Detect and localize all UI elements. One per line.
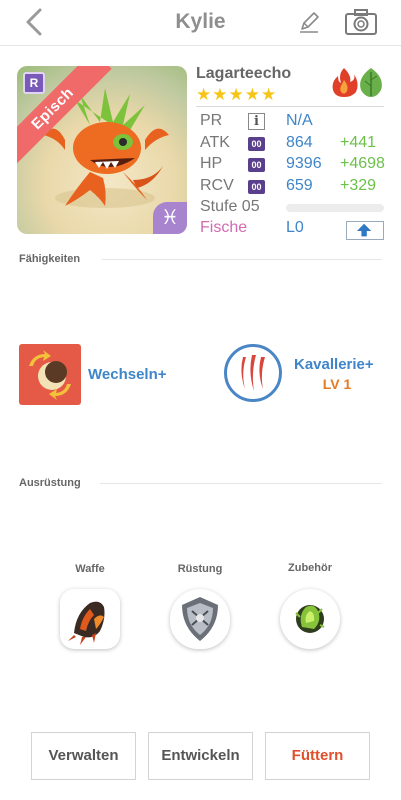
- level-progress-bar: [286, 204, 384, 212]
- leaf-icon: [360, 68, 382, 97]
- equip-label-armor: Rüstung: [177, 563, 223, 575]
- section-divider: [102, 259, 382, 260]
- monster-portrait[interactable]: R Episch ♓: [17, 66, 187, 234]
- star-rating: ★★★★★: [196, 85, 278, 104]
- equip-slot-accessory[interactable]: [280, 589, 340, 649]
- name-divider: [196, 106, 384, 107]
- swap-skill-icon[interactable]: [19, 344, 81, 405]
- stat-value-hp: 9396: [286, 155, 322, 172]
- feed-button[interactable]: Füttern: [265, 732, 370, 780]
- skill-name-cavalry: Kavallerie+: [294, 356, 374, 373]
- stat-value-atk: 864: [286, 134, 313, 151]
- stat-bonus-rcv: +329: [340, 177, 377, 194]
- fish-level-value: L0: [286, 219, 304, 236]
- stat-row-pr: PR i N/A: [200, 112, 390, 134]
- stat-label-pr: PR: [200, 112, 223, 129]
- equip-label-accessory: Zubehör: [288, 562, 332, 574]
- header-bar: Kylie: [0, 0, 401, 46]
- camera-icon[interactable]: [344, 8, 378, 36]
- stat-row-rcv: RCV 00 659 +329: [200, 177, 390, 199]
- stat-label-rcv: RCV: [200, 177, 234, 194]
- pencil-icon[interactable]: [296, 9, 322, 35]
- stat-value-pr: N/A: [286, 112, 313, 129]
- stat-row-level: Stufe 05: [200, 198, 390, 220]
- equip-slot-weapon[interactable]: [60, 589, 120, 649]
- stat-value-rcv: 659: [286, 177, 313, 194]
- stat-label-atk: ATK: [200, 134, 230, 151]
- stat-bonus-atk: +441: [340, 134, 377, 151]
- claw-weapon-icon: [68, 601, 105, 645]
- fire-icon: [332, 68, 358, 97]
- stat-row-hp: HP 00 9396 +4698: [200, 155, 390, 177]
- armor-shield-icon: [182, 597, 218, 641]
- stat-badge-icon: 00: [248, 137, 265, 151]
- swap-arrows-icon: [29, 350, 71, 400]
- monster-name: Lagarteecho: [196, 65, 292, 82]
- claw-skill-icon[interactable]: [224, 344, 282, 402]
- arrow-up-icon: [356, 223, 372, 237]
- skill-name-swap: Wechseln+: [88, 366, 167, 383]
- stat-row-atk: ATK 00 864 +441: [200, 134, 390, 156]
- equip-label-weapon: Waffe: [75, 563, 105, 575]
- stat-row-fish: Fische L0: [200, 219, 390, 241]
- section-divider: [100, 483, 382, 484]
- evolve-button[interactable]: Entwickeln: [148, 732, 253, 780]
- skills-section-title: Fähigkeiten: [19, 253, 81, 265]
- manage-button[interactable]: Verwalten: [31, 732, 136, 780]
- equip-slot-armor[interactable]: [170, 589, 230, 649]
- equipment-section-title: Ausrüstung: [19, 477, 81, 489]
- info-icon[interactable]: i: [248, 113, 265, 130]
- stat-label-hp: HP: [200, 155, 223, 172]
- upgrade-button[interactable]: [346, 221, 384, 240]
- claw-marks-icon: [241, 355, 265, 391]
- accessory-orb-icon: [295, 605, 325, 633]
- page-title: Kylie: [175, 10, 226, 33]
- pisces-zodiac-icon: ♓: [153, 202, 187, 234]
- rarity-badge-icon: R: [23, 72, 45, 94]
- skill-level-cavalry: LV 1: [322, 376, 352, 392]
- fish-label: Fische: [200, 219, 248, 236]
- stat-bonus-hp: +4698: [340, 155, 385, 172]
- stat-badge-icon: 00: [248, 180, 265, 194]
- stat-badge-icon: 00: [248, 158, 265, 172]
- level-label: Stufe 05: [200, 198, 260, 215]
